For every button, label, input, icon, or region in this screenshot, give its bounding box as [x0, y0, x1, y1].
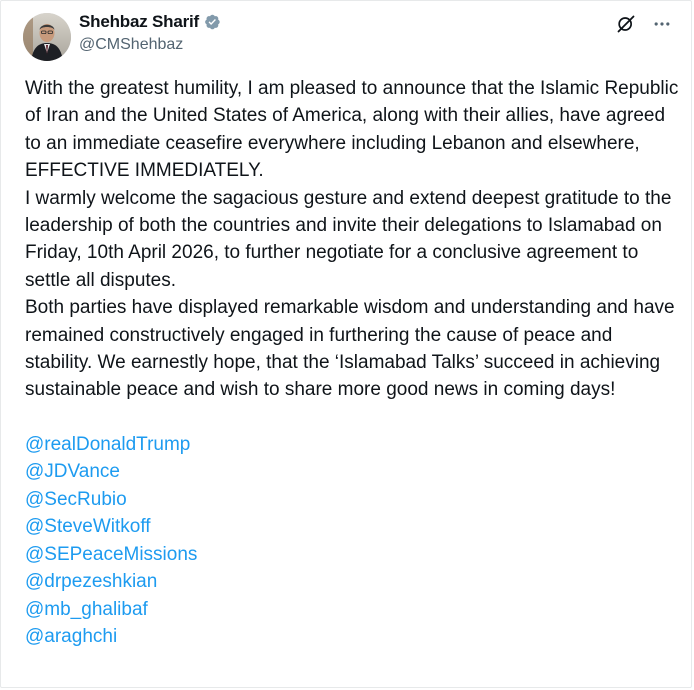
avatar-image [23, 13, 71, 61]
post-text: With the greatest humility, I am pleased… [25, 75, 681, 651]
post-card: Shehbaz Sharif @CMShehbaz With the great… [0, 0, 692, 688]
avatar[interactable] [23, 13, 71, 61]
display-name-row: Shehbaz Sharif [79, 11, 221, 33]
mention-link[interactable]: @SecRubio [25, 486, 681, 514]
mention-link[interactable]: @JDVance [25, 458, 681, 486]
author-info: Shehbaz Sharif @CMShehbaz [79, 11, 221, 54]
mentions-list: @realDonaldTrump @JDVance @SecRubio @Ste… [25, 431, 681, 651]
post-header: Shehbaz Sharif @CMShehbaz [23, 11, 673, 61]
more-icon[interactable] [651, 13, 673, 35]
mention-link[interactable]: @araghchi [25, 623, 681, 651]
mention-link[interactable]: @mb_ghalibaf [25, 596, 681, 624]
header-actions [615, 13, 673, 35]
mention-link[interactable]: @SEPeaceMissions [25, 541, 681, 569]
post-paragraph: With the greatest humility, I am pleased… [25, 78, 679, 182]
post-paragraph: Both parties have displayed remarkable w… [25, 297, 675, 401]
post-paragraph: I warmly welcome the sagacious gesture a… [25, 187, 672, 291]
mention-link[interactable]: @SteveWitkoff [25, 513, 681, 541]
grok-icon[interactable] [615, 13, 637, 35]
mention-link[interactable]: @realDonaldTrump [25, 431, 681, 459]
display-name[interactable]: Shehbaz Sharif [79, 12, 199, 32]
verified-badge-icon [203, 13, 221, 31]
user-handle[interactable]: @CMShehbaz [79, 36, 221, 54]
mention-link[interactable]: @drpezeshkian [25, 568, 681, 596]
